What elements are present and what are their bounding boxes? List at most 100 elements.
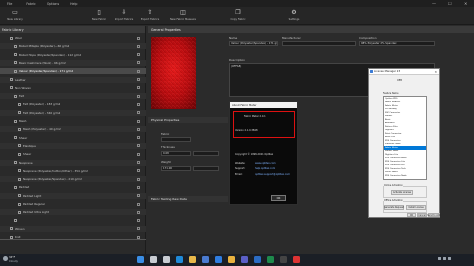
expand-icon[interactable] <box>10 78 13 81</box>
word-icon[interactable] <box>254 256 261 263</box>
expand-icon[interactable] <box>14 44 17 48</box>
export-fabrics-button[interactable]: ⇧ Export Fabrics <box>138 8 162 24</box>
about-ok-button[interactable]: OK <box>271 195 286 201</box>
new-library-button[interactable]: ▭ New Library <box>3 8 27 24</box>
expand-icon[interactable] <box>18 111 21 115</box>
license-cancel-button[interactable]: Cancel <box>417 213 427 217</box>
chrome-icon[interactable] <box>228 256 235 263</box>
row-action-icon[interactable] <box>137 177 140 181</box>
expand-icon[interactable] <box>18 144 21 148</box>
tree-row[interactable]: Elastique <box>0 142 146 149</box>
terminal-icon[interactable] <box>280 256 287 263</box>
tree-row[interactable]: Boiled Hope (Polyester/Spandex) - 112 g/… <box>0 52 146 58</box>
expand-icon[interactable] <box>10 36 13 40</box>
tree-row[interactable]: Non Woven <box>0 85 146 91</box>
expand-icon[interactable] <box>10 227 13 231</box>
composition-input[interactable]: 98% Polyester 2% Spandex <box>359 41 435 46</box>
website-link[interactable]: www.optitex.com <box>255 162 276 165</box>
row-action-icon[interactable] <box>137 94 140 98</box>
menu-fabric[interactable]: Fabric <box>26 2 35 6</box>
row-action-icon[interactable] <box>137 119 140 123</box>
expand-icon[interactable] <box>14 69 17 73</box>
row-action-icon[interactable] <box>137 169 140 173</box>
expand-icon[interactable] <box>18 194 21 198</box>
weight-input[interactable]: 171.00 <box>161 166 191 171</box>
tree-row[interactable]: Velour (Polyester/Spandex) - 171 g/m2 <box>0 68 146 75</box>
expand-icon[interactable] <box>14 119 17 123</box>
row-action-icon[interactable] <box>137 136 140 140</box>
send-to-acc-button[interactable]: Send to ACC <box>427 213 441 217</box>
tree-row[interactable]: Sheer <box>0 135 146 141</box>
row-action-icon[interactable] <box>137 185 140 189</box>
battery-icon[interactable] <box>448 257 451 260</box>
maximize-button[interactable]: ☐ <box>448 1 452 6</box>
menu-file[interactable]: File <box>7 2 12 6</box>
thickness-input[interactable]: 0.08 <box>161 151 191 156</box>
search-icon[interactable] <box>150 256 157 263</box>
expand-icon[interactable] <box>18 177 21 181</box>
expand-icon[interactable] <box>18 202 21 206</box>
tree-row[interactable]: Felt (Polyester) - 183 g/m2 <box>0 101 146 107</box>
tree-row[interactable]: Wool <box>0 35 146 41</box>
row-action-icon[interactable] <box>137 36 140 40</box>
expand-icon[interactable] <box>10 86 13 90</box>
teams-icon[interactable] <box>241 256 248 263</box>
expand-icon[interactable] <box>18 152 21 156</box>
row-action-icon[interactable] <box>137 194 140 198</box>
tree-row[interactable]: Padded <box>0 184 146 190</box>
volume-icon[interactable] <box>443 257 446 260</box>
close-button[interactable]: ✕ <box>464 1 467 6</box>
tree-row[interactable]: Neoprene (Polyester/Spandex) - 210 g/m2 <box>0 176 146 183</box>
copy-fabric-button[interactable]: ❐ Copy Fabric <box>226 8 250 24</box>
weight-unit-select[interactable] <box>193 166 219 171</box>
row-action-icon[interactable] <box>137 152 140 156</box>
tree-row[interactable]: Felt (Polyester) - 340 g/m2 <box>0 109 146 116</box>
row-action-icon[interactable] <box>137 102 140 106</box>
expand-icon[interactable] <box>14 161 17 164</box>
row-action-icon[interactable] <box>137 86 140 90</box>
tree-row[interactable]: Padded Ultra Light <box>0 209 146 216</box>
row-action-icon[interactable] <box>137 210 140 214</box>
tree-row[interactable]: Mesh <box>0 118 146 124</box>
start-icon[interactable] <box>137 256 144 263</box>
email-link[interactable]: optitex.support@optitex.com <box>255 173 290 176</box>
tree-row[interactable]: Woven <box>0 225 146 232</box>
edge-icon[interactable] <box>176 256 183 263</box>
support-link[interactable]: help.optitex.com <box>255 167 275 170</box>
expand-icon[interactable] <box>14 219 17 223</box>
expand-icon[interactable] <box>14 53 17 57</box>
excel-icon[interactable] <box>267 256 274 263</box>
tree-row[interactable]: Basic Cashmere (Wool) - 66 g/m2 <box>0 59 146 66</box>
feature-list[interactable]: Optitex PDS Fabric Modeler Fabric Meter 3D … <box>383 96 427 180</box>
expand-icon[interactable] <box>14 136 17 140</box>
row-action-icon[interactable] <box>137 144 140 148</box>
row-action-icon[interactable] <box>137 53 140 57</box>
row-action-icon[interactable] <box>137 61 140 65</box>
new-fabric-measure-button[interactable]: ◫ New Fabric Measure <box>170 8 196 24</box>
row-action-icon[interactable] <box>137 44 140 48</box>
tree-row[interactable]: Boiled Mitaple (Polyester)—60 g/m2 <box>0 43 146 50</box>
activate-license-button[interactable]: Activate License <box>391 190 413 195</box>
tree-row[interactable]: Neoprene (Polyester/Cotton/Other) - 354 … <box>0 168 146 174</box>
task-view-icon[interactable] <box>163 256 170 263</box>
row-action-icon[interactable] <box>137 227 140 231</box>
tree-row[interactable]: Mesh (Polyester) - 40 g/m2 <box>0 126 146 133</box>
import-fabrics-button[interactable]: ⇩ Import Fabrics <box>112 8 136 24</box>
tree-row[interactable]: Padded Regular <box>0 201 146 207</box>
generate-request-button[interactable]: Generate Request <box>384 205 404 210</box>
tree-row[interactable] <box>0 218 146 224</box>
row-action-icon[interactable] <box>137 202 140 206</box>
tree-row[interactable]: Neoprene <box>0 159 146 166</box>
name-input[interactable]: Velour (Polyester/Spandex) - 171 g/m2 <box>229 41 278 46</box>
row-action-icon[interactable] <box>137 127 140 131</box>
menu-options[interactable]: Options <box>47 2 59 6</box>
thickness-unit-select[interactable] <box>193 151 219 156</box>
menu-help[interactable]: Help <box>70 2 77 6</box>
minimize-button[interactable]: — <box>432 1 436 6</box>
feature-list-item[interactable]: PDS Connector Node <box>384 174 426 178</box>
store-icon[interactable] <box>202 256 209 263</box>
tree-row[interactable]: Padded Light <box>0 192 146 199</box>
expand-icon[interactable] <box>18 169 21 173</box>
wifi-icon[interactable] <box>438 257 441 260</box>
expand-icon[interactable] <box>14 61 17 65</box>
